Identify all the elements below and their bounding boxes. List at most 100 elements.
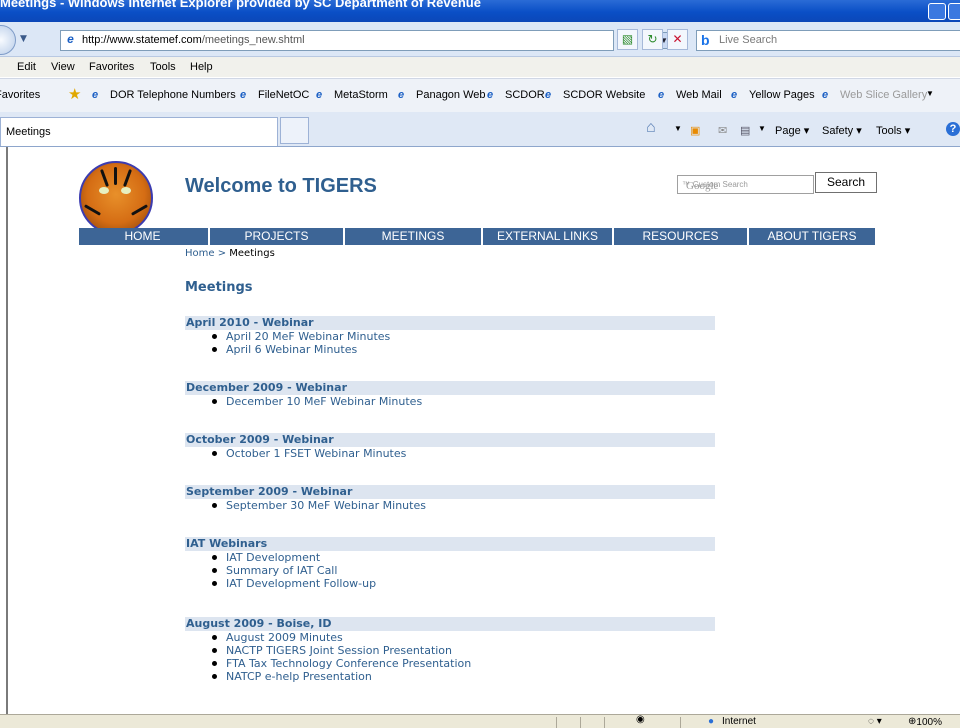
ie-icon: e <box>92 89 99 101</box>
breadcrumb-current: Meetings <box>229 248 275 259</box>
section-header: October 2009 - Webinar <box>185 433 715 447</box>
meeting-section: IAT Webinars IAT Development Summary of … <box>185 537 715 590</box>
meeting-link[interactable]: NATCP e-help Presentation <box>185 670 715 683</box>
meeting-link[interactable]: September 30 MeF Webinar Minutes <box>185 499 715 512</box>
help-icon[interactable]: ? <box>946 122 960 136</box>
fav-filenetoc[interactable]: FileNetOC <box>258 89 309 101</box>
breadcrumb: Home > Meetings <box>185 248 275 259</box>
page-title: Meetings <box>185 280 253 295</box>
meeting-section: December 2009 - Webinar December 10 MeF … <box>185 381 715 408</box>
safety-menu[interactable]: Safety ▾ <box>822 124 862 137</box>
ie-icon: e <box>545 89 552 101</box>
history-dropdown-icon[interactable]: ▼ <box>20 34 27 44</box>
live-search-input[interactable]: b Live Search <box>696 30 960 51</box>
window-title: Meetings - Windows Internet Explorer pro… <box>0 0 481 10</box>
compatibility-icon[interactable]: ▧ <box>617 29 638 50</box>
feeds-icon[interactable]: ▣ <box>690 124 700 137</box>
live-search-placeholder: Live Search <box>719 34 778 46</box>
meeting-section: September 2009 - Webinar September 30 Me… <box>185 485 715 512</box>
tab-meetings[interactable]: Meetings <box>0 117 278 146</box>
privacy-eye-icon[interactable]: ◉ <box>636 715 645 725</box>
status-bar: ◉ ● Internet ◌ ▾ ⊕ 100% <box>0 714 960 728</box>
meeting-link[interactable]: August 2009 Minutes <box>185 631 715 644</box>
stop-icon[interactable]: ✕ <box>667 29 688 50</box>
menu-help[interactable]: Help <box>190 61 213 73</box>
nav-about-tigers[interactable]: ABOUT TIGERS <box>749 228 875 245</box>
nav-projects[interactable]: PROJECTS <box>210 228 343 245</box>
ie-page-icon: e <box>67 32 74 46</box>
meeting-link[interactable]: December 10 MeF Webinar Minutes <box>185 395 715 408</box>
tab-row: Meetings ⌂ ▼ ▣ ✉ ▤ ▼ Page ▾ Safety ▾ Too… <box>0 112 960 147</box>
ie-icon: e <box>398 89 405 101</box>
site-title: Welcome to TIGERS <box>185 175 377 197</box>
favorites-label[interactable]: Favorites <box>0 89 40 101</box>
internet-zone-icon: ● <box>708 716 715 727</box>
tab-label: Meetings <box>6 126 51 138</box>
address-url: http://www.statemef.com/meetings_new.sht… <box>82 34 305 46</box>
tiger-logo <box>79 161 153 235</box>
section-header: September 2009 - Webinar <box>185 485 715 499</box>
meeting-link[interactable]: April 20 MeF Webinar Minutes <box>185 330 715 343</box>
menu-edit[interactable]: Edit <box>17 61 36 73</box>
meeting-section: October 2009 - Webinar October 1 FSET We… <box>185 433 715 460</box>
fav-panagon-web[interactable]: Panagon Web <box>416 89 486 101</box>
print-icon[interactable]: ▤ <box>740 124 750 137</box>
google-search-placeholder: Google ™ Custom Search <box>682 180 748 192</box>
google-search-input[interactable]: Google ™ Custom Search <box>677 175 814 194</box>
zoom-level[interactable]: ⊕ 100% <box>908 716 942 728</box>
nav-home[interactable]: HOME <box>79 228 206 245</box>
zone-label: Internet <box>722 716 756 727</box>
fav-scdor-website[interactable]: SCDOR Website <box>563 89 645 101</box>
mail-icon[interactable]: ✉ <box>718 124 727 137</box>
minimize-button[interactable] <box>928 3 946 20</box>
meeting-link[interactable]: NACTP TIGERS Joint Session Presentation <box>185 644 715 657</box>
ie-icon: e <box>240 89 247 101</box>
breadcrumb-home[interactable]: Home <box>185 248 215 259</box>
section-header: April 2010 - Webinar <box>185 316 715 330</box>
meeting-link[interactable]: IAT Development Follow-up <box>185 577 715 590</box>
main-nav: HOME PROJECTS MEETINGS EXTERNAL LINKS RE… <box>79 228 875 245</box>
fav-metastorm[interactable]: MetaStorm <box>334 89 388 101</box>
print-dropdown-icon[interactable]: ▼ <box>758 124 766 133</box>
nav-meetings[interactable]: MEETINGS <box>345 228 481 245</box>
home-dropdown-icon[interactable]: ▼ <box>674 124 682 133</box>
meeting-link[interactable]: April 6 Webinar Minutes <box>185 343 715 356</box>
fav-scdor[interactable]: SCDOR <box>505 89 545 101</box>
meeting-link[interactable]: IAT Development <box>185 551 715 564</box>
address-toolbar: ▼ e http://www.statemef.com/meetings_new… <box>0 22 960 57</box>
nav-resources[interactable]: RESOURCES <box>614 228 747 245</box>
nav-external-links[interactable]: EXTERNAL LINKS <box>483 228 612 245</box>
meeting-link[interactable]: Summary of IAT Call <box>185 564 715 577</box>
more-favorites-icon[interactable]: ▼ <box>926 89 934 98</box>
menu-tools[interactable]: Tools <box>150 61 176 73</box>
bing-icon: b <box>701 32 710 48</box>
page-content: Welcome to TIGERS Google ™ Custom Search … <box>6 147 960 714</box>
page-menu[interactable]: Page ▾ <box>775 124 809 137</box>
maximize-button[interactable] <box>948 3 960 20</box>
address-field[interactable]: e http://www.statemef.com/meetings_new.s… <box>60 30 672 51</box>
meeting-link[interactable]: FTA Tax Technology Conference Presentati… <box>185 657 715 670</box>
meeting-section: August 2009 - Boise, ID August 2009 Minu… <box>185 617 715 683</box>
ie-icon: e <box>487 89 494 101</box>
meeting-link[interactable]: October 1 FSET Webinar Minutes <box>185 447 715 460</box>
refresh-icon[interactable]: ↻ <box>642 29 663 50</box>
menu-view[interactable]: View <box>51 61 75 73</box>
fav-dor-telephone[interactable]: DOR Telephone Numbers <box>110 89 236 101</box>
ie-icon: e <box>316 89 323 101</box>
ie-icon: e <box>658 89 665 101</box>
new-tab-button[interactable] <box>280 117 309 144</box>
add-favorite-star-icon[interactable]: ★ <box>68 85 81 103</box>
fav-web-slice-gallery[interactable]: Web Slice Gallery <box>840 89 927 101</box>
home-icon[interactable]: ⌂ <box>646 119 656 137</box>
section-header: IAT Webinars <box>185 537 715 551</box>
tools-menu[interactable]: Tools ▾ <box>876 124 910 137</box>
section-header: December 2009 - Webinar <box>185 381 715 395</box>
fav-yellow-pages[interactable]: Yellow Pages <box>749 89 815 101</box>
menu-bar: Edit View Favorites Tools Help <box>0 57 960 77</box>
fav-web-mail[interactable]: Web Mail <box>676 89 722 101</box>
favorites-bar: Favorites ★ e DOR Telephone Numbers e Fi… <box>0 78 960 113</box>
search-button[interactable]: Search <box>815 172 877 193</box>
menu-favorites[interactable]: Favorites <box>89 61 134 73</box>
back-button[interactable] <box>0 25 16 55</box>
protected-mode-icon[interactable]: ◌ ▾ <box>868 716 882 727</box>
